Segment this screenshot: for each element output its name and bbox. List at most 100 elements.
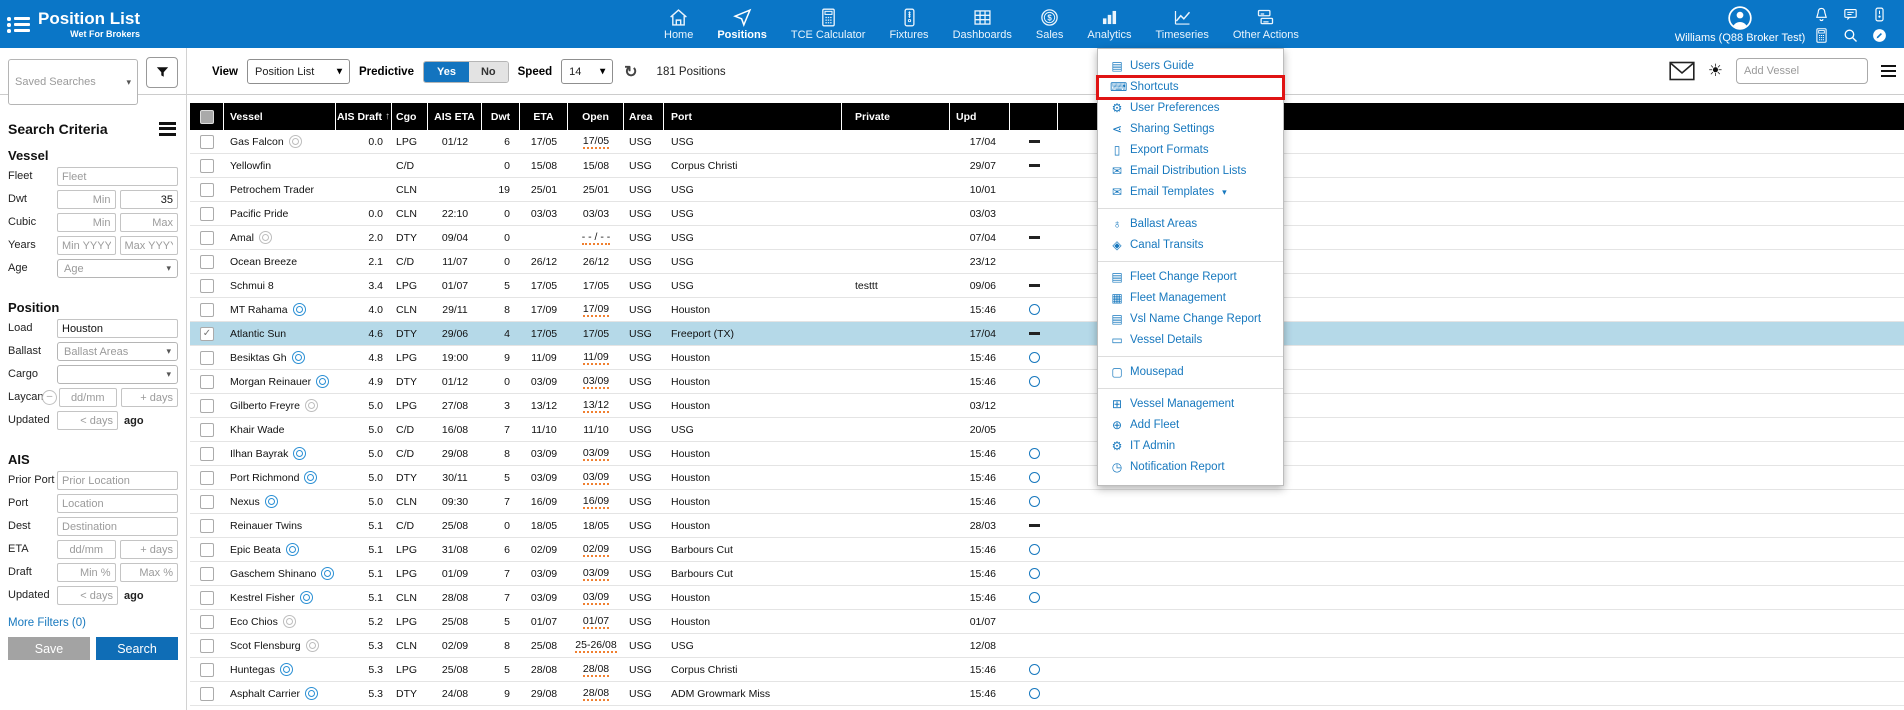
vessel-name[interactable]: Asphalt Carrier <box>230 688 300 700</box>
years-max-input[interactable] <box>120 236 179 255</box>
vessel-name[interactable]: Atlantic Sun <box>230 328 286 340</box>
table-row[interactable]: Amal2.0DTY09/040- - / - -USGUSG07/04 <box>190 226 1904 250</box>
vessel-target-icon[interactable] <box>316 375 329 388</box>
nav-item-positions[interactable]: Positions <box>705 0 779 48</box>
vessel-target-icon[interactable] <box>300 591 313 604</box>
row-checkbox[interactable] <box>200 615 214 629</box>
row-checkbox[interactable] <box>200 255 214 269</box>
table-row[interactable]: Ilhan Bayrak5.0C/D29/08803/0903/09USGHou… <box>190 442 1904 466</box>
row-checkbox[interactable] <box>200 135 214 149</box>
menu-item-it-admin[interactable]: ⚙IT Admin <box>1098 436 1283 457</box>
vessel-target-icon[interactable] <box>321 567 334 580</box>
open-date[interactable]: 03/09 <box>583 447 609 461</box>
row-checkbox[interactable] <box>200 351 214 365</box>
table-row[interactable]: Epic Beata5.1LPG31/08602/0902/09USGBarbo… <box>190 538 1904 562</box>
ballast-select[interactable]: Ballast Areas▾ <box>57 342 178 361</box>
draft-min-input[interactable] <box>57 563 116 582</box>
email-envelope-icon[interactable] <box>1669 61 1695 81</box>
open-date[interactable]: 13/12 <box>583 399 609 413</box>
brightness-sun-icon[interactable]: ☀ <box>1708 61 1723 81</box>
nav-item-sales[interactable]: $Sales <box>1024 0 1076 48</box>
vessel-name[interactable]: Amal <box>230 232 254 244</box>
table-row[interactable]: Scot Flensburg5.3CLN02/09825/0825-26/08U… <box>190 634 1904 658</box>
col-header-vessel[interactable]: Vessel <box>224 103 336 130</box>
row-checkbox[interactable] <box>200 567 214 581</box>
row-checkbox[interactable] <box>200 447 214 461</box>
status-indicator-circle-icon[interactable] <box>1029 568 1040 579</box>
col-header-open[interactable]: Open <box>568 103 624 130</box>
nav-item-fixtures[interactable]: Fixtures <box>877 0 940 48</box>
open-date[interactable]: 17/09 <box>583 303 609 317</box>
ais-port-input[interactable] <box>57 494 178 513</box>
status-indicator-circle-icon[interactable] <box>1029 496 1040 507</box>
open-date[interactable]: 28/08 <box>583 663 609 677</box>
vessel-name[interactable]: Schmui 8 <box>230 280 274 292</box>
search-criteria-menu-icon[interactable] <box>159 119 176 138</box>
vessel-target-icon[interactable] <box>306 639 319 652</box>
vessel-target-icon[interactable] <box>265 495 278 508</box>
table-row[interactable]: MT Rahama4.0CLN29/11817/0917/09USGHousto… <box>190 298 1904 322</box>
open-date[interactable]: 02/09 <box>583 543 609 557</box>
row-checkbox[interactable] <box>200 591 214 605</box>
row-checkbox[interactable] <box>200 687 214 701</box>
row-checkbox[interactable] <box>200 663 214 677</box>
draft-max-input[interactable] <box>120 563 179 582</box>
vessel-name[interactable]: Besiktas Gh <box>230 352 287 364</box>
status-indicator-circle-icon[interactable] <box>1029 304 1040 315</box>
open-date[interactable]: 01/07 <box>583 615 609 629</box>
search-icon[interactable] <box>1842 27 1859 44</box>
table-row[interactable]: Kestrel Fisher5.1CLN28/08703/0903/09USGH… <box>190 586 1904 610</box>
menu-item-add-fleet[interactable]: ⊕Add Fleet <box>1098 415 1283 436</box>
fixture-zip-icon[interactable] <box>1871 6 1888 23</box>
vessel-target-icon[interactable] <box>305 399 318 412</box>
open-date[interactable]: 17/05 <box>583 135 609 149</box>
cubic-min-input[interactable] <box>57 213 116 232</box>
open-date[interactable]: 16/09 <box>583 495 609 509</box>
row-checkbox[interactable]: ✓ <box>200 327 214 341</box>
vessel-target-icon[interactable] <box>286 543 299 556</box>
status-indicator-circle-icon[interactable] <box>1029 448 1040 459</box>
vessel-target-icon[interactable] <box>304 471 317 484</box>
position-updated-input[interactable] <box>57 411 118 430</box>
table-row[interactable]: Khair Wade5.0C/D16/08711/1011/10USGUSG20… <box>190 418 1904 442</box>
col-header-ais-draft[interactable]: AIS Draft↑ <box>336 103 392 130</box>
table-row[interactable]: Asphalt Carrier5.3DTY24/08929/0828/08USG… <box>190 682 1904 706</box>
save-button[interactable]: Save <box>8 637 90 660</box>
cubic-max-input[interactable] <box>120 213 179 232</box>
menu-item-ballast-areas[interactable]: ♁Ballast Areas <box>1098 214 1283 235</box>
laycan-days-input[interactable] <box>121 388 179 407</box>
vessel-name[interactable]: Kestrel Fisher <box>230 592 295 604</box>
refresh-icon[interactable]: ↻ <box>624 62 637 82</box>
vessel-target-icon[interactable] <box>292 351 305 364</box>
speed-select[interactable]: 14 ▾ <box>561 59 613 84</box>
status-indicator-circle-icon[interactable] <box>1029 472 1040 483</box>
table-row[interactable]: ✓Atlantic Sun4.6DTY29/06417/0517/05USGFr… <box>190 322 1904 346</box>
row-checkbox[interactable] <box>200 303 214 317</box>
dest-input[interactable] <box>57 517 178 536</box>
row-checkbox[interactable] <box>200 279 214 293</box>
vessel-target-icon[interactable] <box>280 663 293 676</box>
menu-item-email-templates[interactable]: ✉Email Templates▾ <box>1098 182 1283 203</box>
vessel-target-icon[interactable] <box>293 447 306 460</box>
menu-item-vessel-details[interactable]: ▭Vessel Details <box>1098 330 1283 351</box>
vessel-name[interactable]: Gilberto Freyre <box>230 400 300 412</box>
row-checkbox[interactable] <box>200 543 214 557</box>
menu-item-sharing-settings[interactable]: ⋖Sharing Settings <box>1098 119 1283 140</box>
nav-item-other-actions[interactable]: Other Actions <box>1221 0 1311 48</box>
open-date[interactable]: 25-26/08 <box>575 639 616 653</box>
col-header-port[interactable]: Port <box>664 103 842 130</box>
vessel-name[interactable]: Huntegas <box>230 664 275 676</box>
vessel-name[interactable]: Petrochem Trader <box>230 184 314 196</box>
vessel-name[interactable]: MT Rahama <box>230 304 288 316</box>
vessel-target-icon[interactable] <box>305 687 318 700</box>
col-header-area[interactable]: Area <box>624 103 664 130</box>
status-indicator-circle-icon[interactable] <box>1029 352 1040 363</box>
menu-item-vessel-management[interactable]: ⊞Vessel Management <box>1098 394 1283 415</box>
row-checkbox[interactable] <box>200 399 214 413</box>
row-checkbox[interactable] <box>200 231 214 245</box>
table-row[interactable]: Besiktas Gh4.8LPG19:00911/0911/09USGHous… <box>190 346 1904 370</box>
open-date[interactable]: - - / - - <box>582 231 611 245</box>
more-filters-link[interactable]: More Filters (0) <box>8 617 178 629</box>
nav-item-dashboards[interactable]: Dashboards <box>941 0 1024 48</box>
menu-hamburger-icon[interactable] <box>1881 62 1896 80</box>
